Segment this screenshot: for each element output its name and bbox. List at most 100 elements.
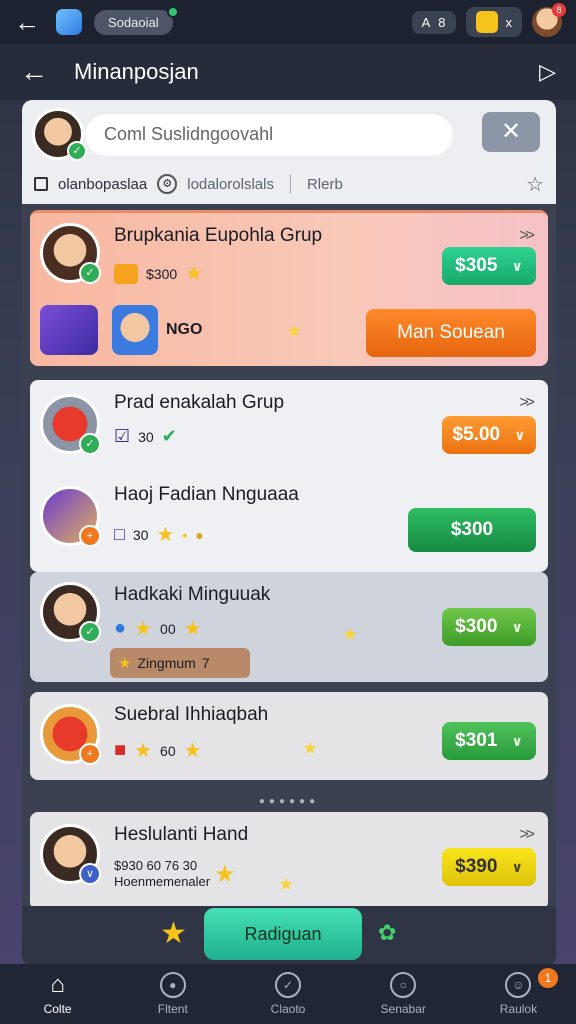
member-avatar: ∨	[40, 824, 101, 885]
card-label: NGO	[166, 321, 203, 338]
leaf-icon[interactable]: ✿	[378, 920, 396, 946]
divider	[289, 174, 291, 194]
group-card[interactable]: ∨ Heslulanti Hand >> $930 60 76 30 Hoenm…	[30, 812, 548, 910]
star-icon: ★	[134, 740, 153, 762]
chip-count: 8	[438, 14, 446, 30]
book-icon: □	[114, 524, 125, 544]
nav-label: Raulok	[499, 1002, 538, 1016]
coin-count: x	[505, 14, 513, 30]
star-icon: ★	[118, 655, 132, 672]
search-area: ✓ ✕ olanbopaslaa ⚙ lodalorolslals Rlerb …	[22, 100, 556, 204]
app-pill-label: Sodaoial	[108, 14, 159, 30]
check-badge-icon: ✓	[79, 433, 101, 455]
chat-icon: ●	[159, 972, 186, 998]
nav-label: Senabar	[380, 1002, 426, 1016]
back-arrow-icon[interactable]: ←	[14, 7, 44, 38]
nav-search[interactable]: ○ Senabar	[346, 964, 461, 1024]
cta-row: ★ Radiguan ✿	[22, 906, 556, 966]
price-label: $390	[455, 856, 498, 877]
user-avatar[interactable]: ✓	[32, 108, 87, 161]
primary-action-button[interactable]: Radiguan	[204, 908, 362, 960]
nav-check[interactable]: ✓ Claoto	[230, 964, 345, 1024]
status-bar: ← Sodaoial A 8 x 8	[0, 0, 576, 44]
price-button[interactable]: $301 ∨	[442, 722, 536, 760]
star-icon: ★	[134, 618, 153, 640]
share-icon[interactable]: ▷	[539, 59, 556, 85]
gift-icon: +	[40, 704, 101, 765]
tag-count: 7	[201, 655, 210, 671]
coin-icon	[475, 11, 498, 33]
sparkle-icon: ★	[302, 738, 319, 758]
price-button[interactable]: $305 ∨	[442, 247, 536, 285]
card-meta: ■ ★ 60 ★	[114, 738, 202, 763]
price-label: $300	[455, 616, 498, 637]
checkbox-icon[interactable]	[34, 177, 48, 191]
join-button[interactable]: Man Souean	[366, 309, 536, 357]
chevron-down-icon: ∨	[511, 732, 523, 749]
card-title: Heslulanti Hand	[114, 824, 249, 845]
main-panel: ✓ ✕ olanbopaslaa ⚙ lodalorolslals Rlerb …	[22, 100, 556, 966]
forward-icon[interactable]: >>	[519, 826, 535, 844]
forward-icon[interactable]: >>	[519, 227, 535, 245]
join-label: Man Souean	[397, 322, 505, 343]
star-icon: ★	[160, 917, 187, 950]
price-button[interactable]: $300	[408, 508, 536, 552]
card-title: Haoj Fadian Nnguaaa	[114, 484, 299, 505]
home-icon: ⌂	[50, 971, 65, 998]
globe-icon: ●	[114, 617, 127, 639]
gift-icon: ✓	[40, 394, 101, 455]
group-card[interactable]: ✓ Prad enakalah Grup >> ☑ 30 ✔ $5.00 ∨ +…	[30, 380, 548, 572]
add-badge-icon: +	[79, 525, 101, 547]
document-icon	[40, 305, 98, 355]
profile-avatar[interactable]: 8	[532, 3, 566, 37]
gear-icon[interactable]: ⚙	[157, 174, 178, 194]
star-icon: ★	[183, 740, 202, 762]
card-title: Brupkania Eupohla Grup	[114, 225, 323, 246]
card-meta-value: 00	[160, 620, 176, 637]
price-button[interactable]: $300 ∨	[442, 608, 536, 646]
star-outline-icon[interactable]: ☆	[526, 172, 544, 197]
coin-chip[interactable]: x	[465, 7, 522, 37]
search-input[interactable]	[84, 112, 454, 156]
sparkle-icon: ★	[278, 874, 295, 894]
card-meta: ☑ 30 ✔	[114, 426, 177, 447]
star-icon: ★	[183, 618, 202, 640]
page-title: Minanposjan	[74, 59, 199, 84]
forward-icon[interactable]: >>	[519, 394, 535, 412]
price-button[interactable]: $390 ∨	[442, 848, 536, 886]
chevron-badge-icon: ∨	[79, 863, 101, 885]
filter-item-1[interactable]: olanbopaslaa	[58, 176, 147, 193]
tag-chip[interactable]: ★ Zingmum 7	[110, 648, 250, 678]
price-label: $300	[450, 519, 494, 540]
group-card[interactable]: ✓ Brupkania Eupohla Grup >> $300 ★ $305 …	[30, 210, 548, 366]
primary-action-label: Radiguan	[244, 923, 322, 944]
back-arrow-icon[interactable]: ←	[20, 56, 74, 88]
close-icon[interactable]: ✕	[482, 112, 540, 152]
nav-profile[interactable]: ☺ Raulok 1	[461, 964, 576, 1024]
add-badge-icon: +	[79, 743, 101, 765]
bottom-nav: ⌂ Colte ● Fltent ✓ Claoto ○ Senabar ☺ Ra…	[0, 964, 576, 1024]
card-meta: $300 ★	[114, 261, 203, 286]
group-card[interactable]: + Suebral Ihhiaqbah ■ ★ 60 ★ ★ $301 ∨	[30, 692, 548, 780]
ticket-icon	[114, 263, 138, 284]
nav-friends[interactable]: ● Fltent	[115, 964, 230, 1024]
card-meta: □ 30 ★ • ●	[114, 522, 204, 547]
app-pill[interactable]: Sodaoial	[94, 5, 179, 35]
chevron-down-icon: ∨	[511, 858, 523, 875]
check-icon: ✓	[275, 972, 301, 998]
notification-badge: 1	[538, 968, 559, 988]
app-icon[interactable]	[56, 9, 82, 35]
verified-icon: ✓	[67, 141, 87, 161]
pagination-dots: ●●●●●●	[258, 796, 320, 807]
filter-item-2[interactable]: lodalorolslals	[187, 176, 274, 193]
group-card[interactable]: ✓ Hadkaki Minguuak ● ★ 00 ★ ★ Zingmum 7 …	[30, 572, 548, 682]
nav-home[interactable]: ⌂ Colte	[0, 964, 115, 1024]
price-button[interactable]: $5.00 ∨	[442, 416, 536, 454]
notification-chip[interactable]: A 8	[411, 10, 456, 34]
star-icon: ★	[156, 524, 175, 546]
card-meta-value: 30	[138, 428, 154, 445]
nav-label: Claoto	[270, 1002, 306, 1016]
check-badge-icon: ✓	[79, 621, 101, 643]
tag-label: Zingmum	[137, 655, 196, 671]
filter-item-3[interactable]: Rlerb	[307, 176, 343, 193]
